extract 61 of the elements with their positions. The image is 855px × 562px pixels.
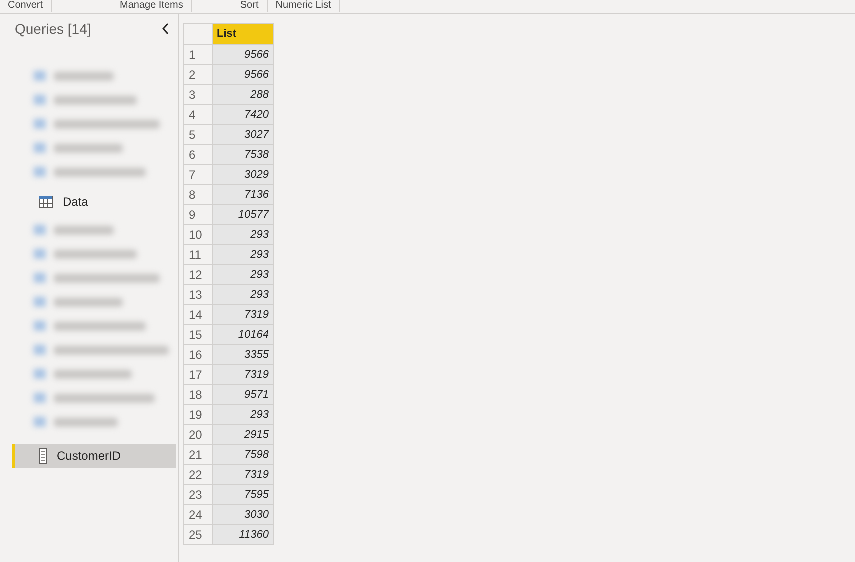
query-item[interactable]: CustomerID xyxy=(12,444,176,468)
row-number: 9 xyxy=(184,204,212,224)
row-number: 2 xyxy=(184,64,212,84)
row-number: 19 xyxy=(184,404,212,424)
table-cell: 7420 xyxy=(212,104,274,124)
table-cell: 9566 xyxy=(212,64,274,84)
row-number: 14 xyxy=(184,304,212,324)
row-number: 10 xyxy=(184,224,212,244)
table-cell: 293 xyxy=(212,284,274,304)
table-cell: 3029 xyxy=(212,164,274,184)
row-number: 21 xyxy=(184,444,212,464)
row-number: 16 xyxy=(184,344,212,364)
table-cell: 3027 xyxy=(212,124,274,144)
row-number: 22 xyxy=(184,464,212,484)
table-cell: 293 xyxy=(212,244,274,264)
row-number: 18 xyxy=(184,384,212,404)
table-cell: 9571 xyxy=(212,384,274,404)
table-cell: 3355 xyxy=(212,344,274,364)
row-number: 7 xyxy=(184,164,212,184)
ribbon-group-label: Manage Items xyxy=(112,0,192,12)
row-number: 13 xyxy=(184,284,212,304)
table-cell: 7595 xyxy=(212,484,274,504)
table-cell: 7598 xyxy=(212,444,274,464)
query-item[interactable]: Data xyxy=(12,190,176,214)
ribbon-group-label: Numeric List xyxy=(268,0,340,12)
table-cell: 293 xyxy=(212,224,274,244)
row-number: 4 xyxy=(184,104,212,124)
row-number: 5 xyxy=(184,124,212,144)
row-number: 3 xyxy=(184,84,212,104)
table-cell: 7319 xyxy=(212,304,274,324)
row-number: 17 xyxy=(184,364,212,384)
table-cell: 2915 xyxy=(212,424,274,444)
table-cell: 11360 xyxy=(212,524,274,544)
row-number: 8 xyxy=(184,184,212,204)
table-cell: 10164 xyxy=(212,324,274,344)
row-number: 12 xyxy=(184,264,212,284)
row-number: 25 xyxy=(184,524,212,544)
row-number: 23 xyxy=(184,484,212,504)
table-cell: 7538 xyxy=(212,144,274,164)
table-cell: 3030 xyxy=(212,504,274,524)
table-cell: 10577 xyxy=(212,204,274,224)
row-number: 6 xyxy=(184,144,212,164)
table-cell: 288 xyxy=(212,84,274,104)
row-number: 11 xyxy=(184,244,212,264)
collapse-chevron-icon[interactable] xyxy=(162,23,170,35)
table-cell: 7136 xyxy=(212,184,274,204)
table-cell: 293 xyxy=(212,404,274,424)
row-number: 1 xyxy=(184,44,212,64)
list-icon xyxy=(39,448,47,464)
row-number: 15 xyxy=(184,324,212,344)
ribbon-group-label: Convert xyxy=(0,0,52,12)
table-icon xyxy=(39,196,53,208)
pane-title: Queries [14] xyxy=(15,21,92,37)
column-header[interactable]: List xyxy=(212,24,274,44)
table-cell: 7319 xyxy=(212,364,274,384)
table-cell: 7319 xyxy=(212,464,274,484)
ribbon-group-label: Sort xyxy=(232,0,268,12)
table-cell: 293 xyxy=(212,264,274,284)
row-number: 20 xyxy=(184,424,212,444)
row-number: 24 xyxy=(184,504,212,524)
table-cell: 9566 xyxy=(212,44,274,64)
